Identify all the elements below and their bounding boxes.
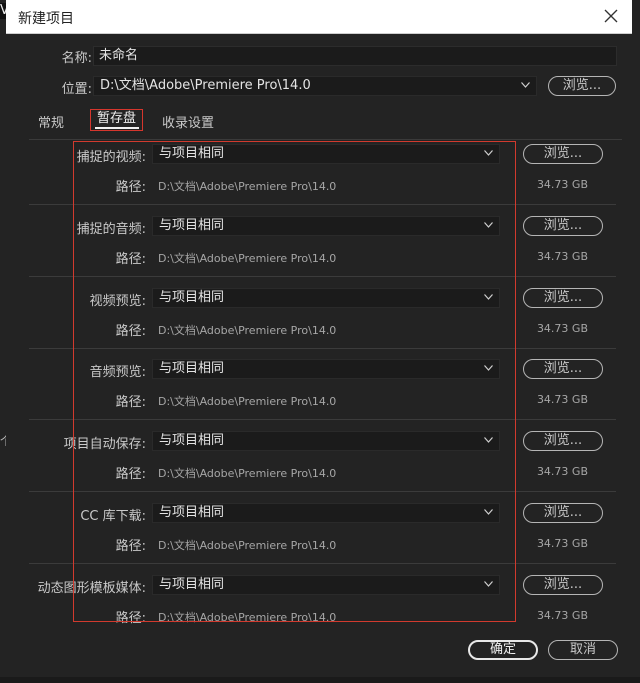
scratch-row-select[interactable]: 与项目相同 [152, 359, 500, 379]
scratch-row-browse-button[interactable]: 浏览... [523, 216, 603, 236]
scratch-row-size: 34.73 GB [536, 250, 588, 263]
scratch-row-path-label: 路径: [115, 324, 146, 339]
scratch-row-label: 项目自动保存: [63, 437, 146, 452]
scratch-row-select[interactable]: 与项目相同 [152, 503, 500, 523]
row-separator [29, 419, 616, 420]
scratch-row-size: 34.73 GB [536, 178, 588, 191]
scratch-row-size: 34.73 GB [536, 465, 588, 478]
close-icon[interactable] [604, 9, 618, 23]
scratch-row-path: D:\文档\Adobe\Premiere Pro\14.0 [158, 467, 337, 480]
scratch-row-browse-button[interactable]: 浏览... [523, 288, 603, 308]
scratch-row-label: CC 库下载: [80, 509, 146, 524]
scratch-row-select-value: 与项目相同 [159, 433, 225, 448]
scratch-row-select-value: 与项目相同 [159, 218, 225, 233]
scratch-row-select[interactable]: 与项目相同 [152, 144, 500, 164]
window-title: 新建项目 [18, 11, 74, 27]
scratch-row-select[interactable]: 与项目相同 [152, 288, 500, 308]
location-select[interactable]: D:\文档\Adobe\Premiere Pro\14.0 [93, 76, 537, 96]
scratch-row-path-label: 路径: [115, 539, 146, 554]
tab-general[interactable]: 常规 [38, 112, 64, 131]
scratch-row-select[interactable]: 与项目相同 [152, 216, 500, 236]
scratch-row-path-label: 路径: [115, 395, 146, 410]
chevron-down-icon [484, 294, 493, 300]
scratch-row-label: 捕捉的音频: [76, 222, 146, 237]
chevron-down-icon [484, 222, 493, 228]
scratch-row-path-label: 路径: [115, 467, 146, 482]
scratch-row-select-value: 与项目相同 [159, 361, 225, 376]
scratch-row-browse-button[interactable]: 浏览... [523, 575, 603, 595]
chevron-down-icon [484, 509, 493, 515]
cancel-button[interactable]: 取消 [548, 640, 618, 660]
scratch-row-label: 捕捉的视频: [76, 150, 146, 165]
scratch-row-path: D:\文档\Adobe\Premiere Pro\14.0 [158, 180, 337, 193]
title-bar: 新建项目 [6, 0, 632, 34]
chevron-down-icon [484, 150, 493, 156]
chevron-down-icon [484, 437, 493, 443]
scratch-row-path: D:\文档\Adobe\Premiere Pro\14.0 [158, 252, 337, 265]
scratch-row-select-value: 与项目相同 [159, 146, 225, 161]
chevron-down-icon [484, 581, 493, 587]
scratch-row-path-label: 路径: [115, 180, 146, 195]
scratch-row-select[interactable]: 与项目相同 [152, 575, 500, 595]
scratch-row-path: D:\文档\Adobe\Premiere Pro\14.0 [158, 539, 337, 552]
name-input[interactable]: 未命名 [93, 46, 617, 66]
name-label: 名称: [61, 51, 92, 66]
window-bottom-edge [0, 677, 640, 683]
tab-ingest-settings[interactable]: 收录设置 [162, 112, 214, 131]
scratch-row-browse-button[interactable]: 浏览... [523, 431, 603, 451]
ok-button[interactable]: 确定 [468, 640, 538, 660]
scratch-row-path: D:\文档\Adobe\Premiere Pro\14.0 [158, 611, 337, 624]
scratch-row-size: 34.73 GB [536, 609, 588, 622]
row-separator [29, 563, 616, 564]
scratch-row-browse-button[interactable]: 浏览... [523, 144, 603, 164]
scratch-row-select-value: 与项目相同 [159, 577, 225, 592]
location-browse-button[interactable]: 浏览... [548, 76, 616, 96]
scratch-row-size: 34.73 GB [536, 393, 588, 406]
scratch-row-browse-button[interactable]: 浏览... [523, 503, 603, 523]
scratch-row-size: 34.73 GB [536, 322, 588, 335]
scratch-row-path: D:\文档\Adobe\Premiere Pro\14.0 [158, 324, 337, 337]
scratch-row-path-label: 路径: [115, 611, 146, 626]
chevron-down-icon [484, 365, 493, 371]
scratch-row-path-label: 路径: [115, 252, 146, 267]
scratch-row-label: 音频预览: [89, 365, 146, 380]
chevron-down-icon [521, 82, 530, 88]
scratch-row-browse-button[interactable]: 浏览... [523, 359, 603, 379]
active-tab-underline [95, 127, 139, 129]
row-separator [29, 491, 616, 492]
row-separator [29, 276, 616, 277]
scratch-row-size: 34.73 GB [536, 537, 588, 550]
row-separator [29, 348, 616, 349]
scratch-row-select-value: 与项目相同 [159, 505, 225, 520]
location-label: 位置: [61, 82, 92, 97]
scratch-row-path: D:\文档\Adobe\Premiere Pro\14.0 [158, 395, 337, 408]
row-separator [29, 204, 616, 205]
scratch-row-select-value: 与项目相同 [159, 290, 225, 305]
scratch-row-label: 动态图形模板媒体: [37, 581, 146, 596]
scratch-row-label: 视频预览: [89, 294, 146, 309]
location-value: D:\文档\Adobe\Premiere Pro\14.0 [100, 78, 311, 93]
scratch-row-select[interactable]: 与项目相同 [152, 431, 500, 451]
